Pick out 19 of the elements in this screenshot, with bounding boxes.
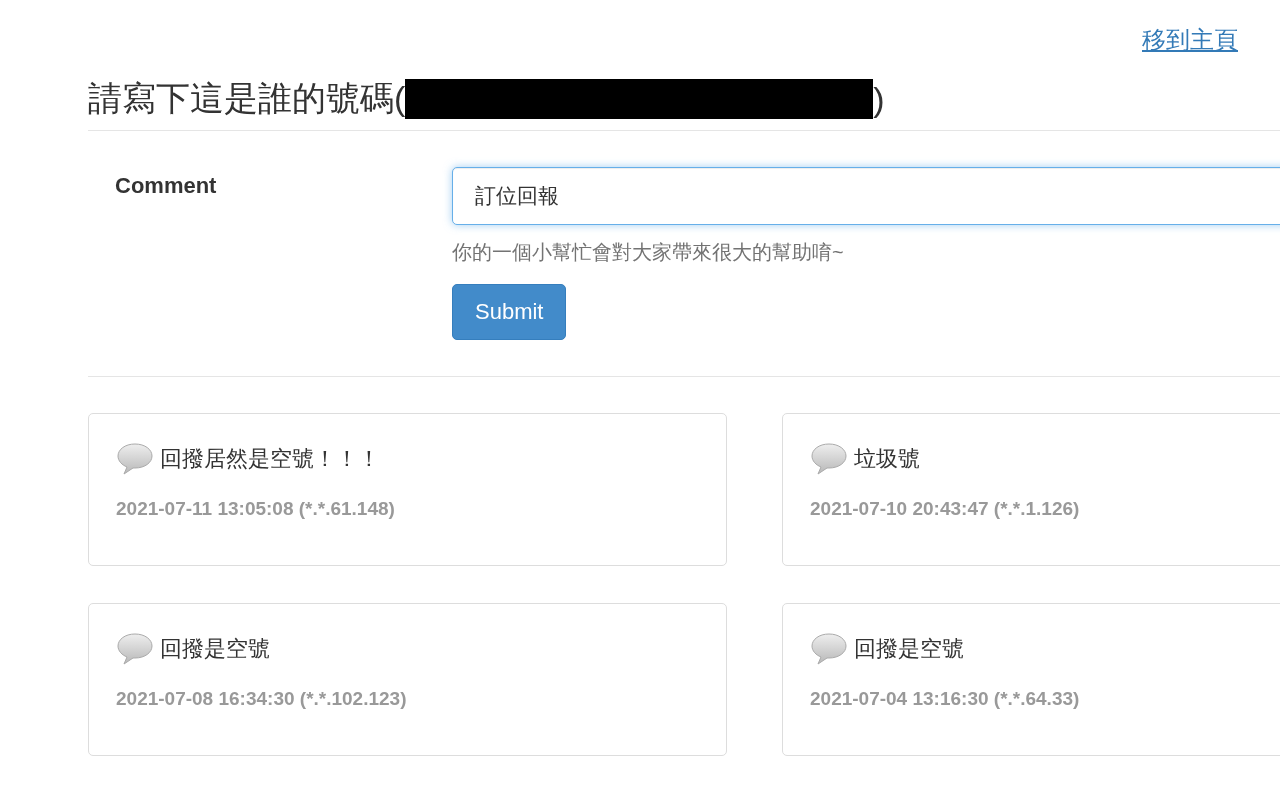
comment-text: 回撥居然是空號！！！ [160,445,380,473]
speech-bubble-icon [810,632,848,666]
comment-meta: 2021-07-11 13:05:08 (*.*.61.148) [116,498,396,520]
page-title: 請寫下這是誰的號碼( [88,78,406,119]
comment-meta: 2021-07-08 16:34:30 (*.*.102.123) [116,688,408,710]
comment-label: Comment [114,172,218,199]
home-link[interactable]: 移到主頁 [1142,24,1238,64]
help-text: 你的一個小幫忙會對大家帶來很大的幫助唷~ [452,240,844,265]
submit-button[interactable]: Submit [452,284,567,340]
comment-meta: 2021-07-10 20:43:47 (*.*.1.126) [810,498,1081,520]
speech-bubble-icon [810,442,848,476]
speech-bubble-icon [116,442,154,476]
comment-meta: 2021-07-04 13:16:30 (*.*.64.33) [810,688,1081,710]
speech-bubble-icon [116,632,154,666]
comment-input[interactable]: 訂位回報 [452,167,1280,225]
closing-parenthesis: ) [873,79,885,119]
comment-text: 回撥是空號 [854,635,964,663]
comment-text: 垃圾號 [854,445,920,473]
comment-text: 回撥是空號 [160,635,270,663]
